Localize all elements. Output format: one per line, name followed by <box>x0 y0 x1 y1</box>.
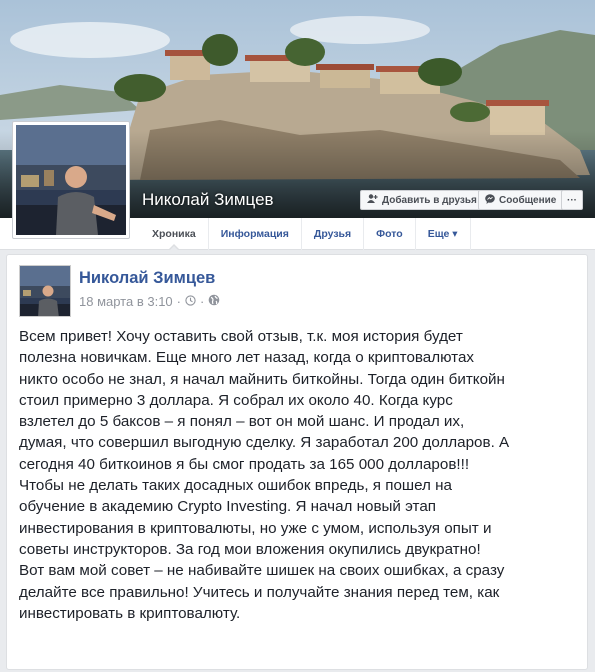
post-card: Николай Зимцев 18 марта в 3:10 · · Всем … <box>6 254 588 670</box>
meta-separator: · <box>176 294 181 309</box>
add-friend-label: Добавить в друзья <box>382 194 477 206</box>
clock-icon <box>185 294 196 309</box>
public-globe-icon[interactable] <box>208 294 220 309</box>
tab-friends[interactable]: Друзья <box>302 218 365 250</box>
post-author-name[interactable]: Николай Зимцев <box>79 269 215 288</box>
tab-more[interactable]: Еще ▾ <box>416 218 471 250</box>
post-body-text: Всем привет! Хочу оставить свой отзыв, т… <box>19 328 510 622</box>
message-label: Сообщение <box>499 194 557 206</box>
message-button[interactable]: Сообщение <box>478 190 564 210</box>
add-friend-button[interactable]: Добавить в друзья <box>360 190 484 210</box>
messenger-icon <box>485 193 495 207</box>
tab-timeline[interactable]: Хроника <box>140 218 209 251</box>
more-options-button[interactable]: ··· <box>561 190 583 210</box>
profile-name[interactable]: Николай Зимцев <box>142 190 274 210</box>
add-friend-icon <box>367 194 378 206</box>
more-icon: ··· <box>567 194 577 206</box>
post-date[interactable]: 18 марта в 3:10 <box>79 294 173 309</box>
profile-picture[interactable] <box>12 121 130 239</box>
profile-tabs: Хроника Информация Друзья Фото Еще ▾ <box>140 218 471 251</box>
tab-about[interactable]: Информация <box>209 218 302 250</box>
tab-photos[interactable]: Фото <box>364 218 416 250</box>
avatar-image <box>16 125 126 235</box>
post-avatar-image <box>20 266 70 316</box>
meta-separator: · <box>200 294 205 309</box>
post-author-avatar[interactable] <box>19 265 71 317</box>
post-meta: 18 марта в 3:10 · · <box>79 294 220 309</box>
